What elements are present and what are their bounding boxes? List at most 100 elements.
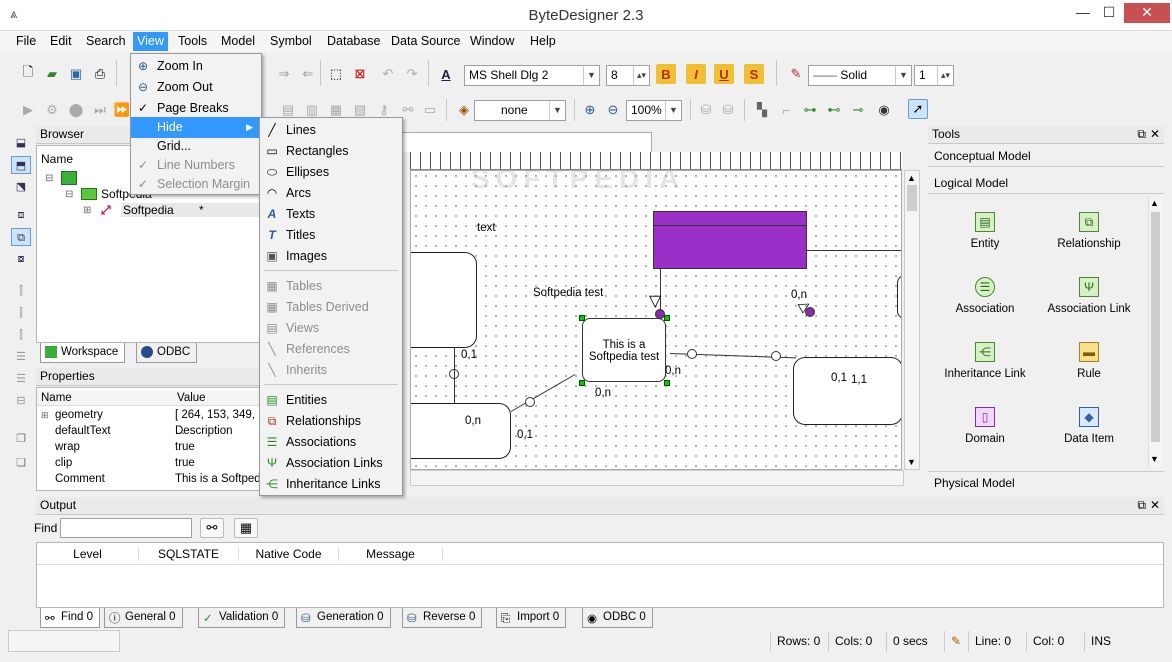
corner-tool-icon[interactable]: ⌐ — [776, 100, 796, 120]
connector-alt-icon[interactable]: ⊷ — [824, 100, 844, 120]
send-back-icon[interactable]: ⧈ — [11, 206, 31, 224]
distribute-vertical-icon[interactable]: ☰ — [11, 370, 31, 388]
tool-rule[interactable]: ▬ Rule — [1034, 342, 1144, 380]
diagram-canvas[interactable]: This is a Softpedia test ▽ ▷ text Softpe… — [410, 170, 902, 470]
note-box[interactable]: This is a Softpedia test — [582, 318, 666, 382]
property-row[interactable]: ⊞ geometry [ 264, 153, 349, ... — [37, 407, 261, 437]
zoom-select[interactable]: 100% ▼ — [626, 100, 682, 121]
menu-item-grid[interactable]: Grid... — [131, 136, 261, 157]
menu-item-views[interactable]: ▤ Views — [260, 318, 402, 339]
vertical-scrollbar[interactable]: ▲ ▼ — [904, 170, 920, 470]
entity-box[interactable] — [411, 252, 477, 348]
chevron-down-icon[interactable]: ▼ — [1150, 454, 1159, 464]
entity-box[interactable] — [897, 275, 901, 319]
close-icon[interactable]: ✕ — [1150, 126, 1160, 143]
strikeout-icon[interactable]: S — [744, 64, 764, 84]
menu-item-hide[interactable]: Hide ▶ — [131, 117, 261, 138]
find-options-icon[interactable]: ▦ — [234, 518, 258, 538]
find-binoculars-icon[interactable]: ⚯ — [200, 518, 224, 538]
chevron-up-icon[interactable]: ▲ — [1150, 198, 1159, 208]
find-input[interactable] — [60, 518, 192, 538]
group-icon[interactable]: ⧇ — [11, 250, 31, 268]
menu-item-tables[interactable]: ▦ Tables — [260, 276, 402, 297]
fill-color-icon[interactable]: ◈ — [454, 100, 474, 120]
tool-relationship[interactable]: ⧉ Relationship — [1034, 212, 1144, 250]
chevron-up-icon[interactable]: ▲ — [907, 173, 916, 183]
maximize-button[interactable]: ☐ — [1096, 3, 1122, 23]
menu-item-images[interactable]: ▣ Images — [260, 246, 402, 267]
tab-general[interactable]: ⓘ General 0 — [104, 608, 183, 628]
menu-item-tables-derived[interactable]: ▦ Tables Derived — [260, 297, 402, 318]
tab-odbc-output[interactable]: ◉ ODBC 0 — [582, 608, 653, 628]
open-file-icon[interactable]: ▰ — [42, 64, 62, 84]
selection-handle[interactable] — [664, 380, 670, 386]
stop-icon[interactable]: ⬤ — [66, 100, 86, 120]
close-button[interactable]: ✕ — [1124, 3, 1170, 23]
menu-window[interactable]: Window — [470, 34, 514, 48]
menu-item-inheritance-links[interactable]: ⋲ Inheritance Links — [260, 474, 402, 495]
entity-box-selected[interactable] — [653, 211, 807, 269]
tool-domain[interactable]: ▯ Domain — [930, 407, 1040, 445]
zoom-in-icon[interactable]: ⊕ — [580, 100, 600, 120]
save-file-icon[interactable]: ▣ — [66, 64, 86, 84]
line-style-select[interactable]: —— Solid ▼ — [808, 65, 912, 86]
selection-handle[interactable] — [664, 315, 670, 321]
redo-icon[interactable]: ↷ — [402, 64, 422, 84]
property-row[interactable]: defaultText Description — [37, 423, 261, 439]
bring-front-icon[interactable]: ⧉ — [11, 228, 31, 246]
menu-symbol[interactable]: Symbol — [270, 34, 312, 48]
selection-handle[interactable] — [579, 380, 585, 386]
tool-association[interactable]: ☰ Association — [930, 277, 1040, 315]
menu-view[interactable]: View — [133, 32, 168, 51]
align-top-icon[interactable]: ⬓ — [11, 134, 31, 152]
new-file-icon[interactable]: 🗋 — [18, 64, 38, 84]
paste-format-icon[interactable]: ❏ — [11, 454, 31, 472]
menu-item-entities[interactable]: ▤ Entities — [260, 390, 402, 411]
diagram-tab[interactable] — [402, 132, 652, 152]
underline-icon[interactable]: U — [714, 64, 734, 84]
menu-item-line-numbers[interactable]: ✓ Line Numbers — [131, 155, 261, 176]
menu-data-source[interactable]: Data Source — [391, 34, 460, 48]
print-icon[interactable]: ⎙ — [90, 64, 110, 84]
section-physical[interactable]: Physical Model — [928, 471, 1164, 493]
fill-select[interactable]: none ▼ — [474, 100, 566, 121]
expand-icon[interactable]: ⊞ — [41, 407, 49, 423]
property-row[interactable]: Comment This is a Softpedia — [37, 471, 261, 487]
bold-icon[interactable]: B — [656, 64, 676, 84]
chevron-down-icon[interactable]: ▼ — [907, 457, 916, 467]
tools-scrollbar[interactable]: ▲ ▼ — [1148, 196, 1162, 466]
horizontal-scrollbar[interactable] — [410, 470, 904, 486]
select-all-icon[interactable]: ⬚ — [326, 64, 346, 84]
menu-item-zoom-out[interactable]: ⊖ Zoom Out — [131, 77, 261, 98]
tool-data-item[interactable]: ◆ Data Item — [1034, 407, 1144, 445]
same-size-icon[interactable]: ⊟ — [11, 392, 31, 410]
tree-expander-icon[interactable]: ⊞ — [83, 205, 91, 216]
line-width-spin[interactable]: 1 ▴▾ — [914, 65, 954, 86]
pointer-icon[interactable]: ➚ — [908, 99, 928, 119]
tool-inheritance-link[interactable]: ⋲ Inheritance Link — [930, 342, 1040, 380]
menu-item-relationships[interactable]: ⧉ Relationships — [260, 411, 402, 432]
tab-generation[interactable]: ⛁ Generation 0 — [296, 608, 391, 628]
menu-item-ellipses[interactable]: ⬭ Ellipses — [260, 162, 402, 183]
delete-icon[interactable]: ⊠ — [350, 64, 370, 84]
connector-path-icon[interactable]: ⊸ — [848, 100, 868, 120]
menu-item-titles[interactable]: T Titles — [260, 225, 402, 246]
property-row[interactable]: wrap true — [37, 439, 261, 455]
database-icon[interactable]: ⛁ — [696, 100, 716, 120]
color-wheel-icon[interactable]: ◉ — [874, 100, 894, 120]
zoom-out-icon[interactable]: ⊖ — [603, 100, 623, 120]
tab-find[interactable]: ⚯ Find 0 — [40, 608, 100, 628]
tool-entity[interactable]: ▤ Entity — [930, 212, 1040, 250]
settings-icon[interactable]: ⚙ — [42, 100, 62, 120]
menu-item-selection-margin[interactable]: ✓ Selection Margin — [131, 174, 261, 195]
tab-import[interactable]: ⎘ Import 0 — [496, 608, 567, 628]
note-tool-icon[interactable]: ▭ — [420, 100, 440, 120]
tool-association-link[interactable]: Ψ Association Link — [1034, 277, 1144, 315]
distribute-horizontal-icon[interactable]: ☰ — [11, 348, 31, 366]
minimize-button[interactable]: — — [1070, 3, 1096, 23]
align-middle-icon[interactable]: ⬒ — [11, 156, 31, 174]
selection-handle[interactable] — [579, 315, 585, 321]
section-conceptual[interactable]: Conceptual Model — [928, 145, 1164, 167]
run-icon[interactable]: ▶ — [18, 100, 38, 120]
menu-item-lines[interactable]: ╱ Lines — [260, 120, 402, 141]
